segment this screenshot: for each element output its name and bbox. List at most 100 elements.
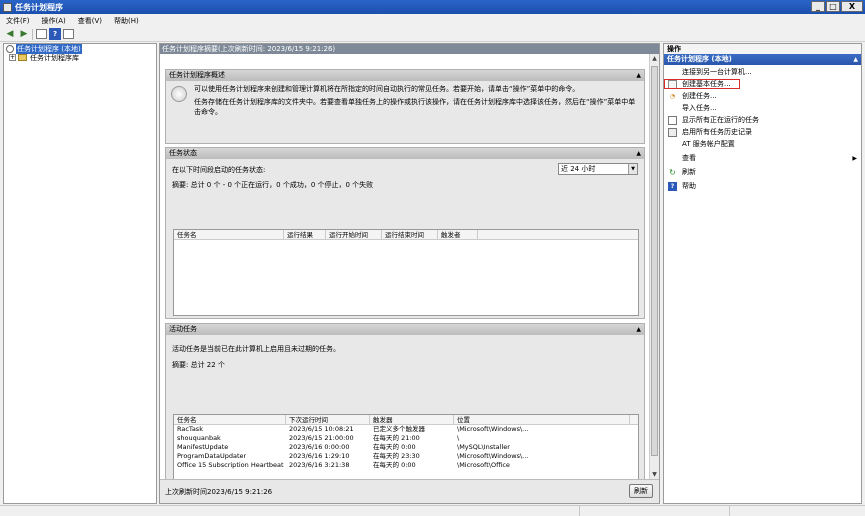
scheduler-clock-icon	[171, 86, 187, 102]
cell-location: \	[457, 434, 460, 442]
col-task-name[interactable]: 任务名	[174, 415, 286, 424]
window-title: 任务计划程序	[15, 2, 63, 12]
col-task-name[interactable]: 任务名	[174, 230, 284, 239]
app-icon	[3, 2, 12, 12]
col-trigger[interactable]: 触发器	[370, 415, 454, 424]
expand-icon[interactable]: +	[9, 54, 16, 61]
active-tasks-section-header[interactable]: 活动任务 ▲	[166, 324, 644, 335]
tree-item-library-label: 任务计划程序库	[30, 53, 79, 62]
blank-icon	[668, 154, 677, 163]
collapse-icon[interactable]: ▲	[636, 324, 641, 335]
action-label: 显示所有正在运行的任务	[682, 116, 759, 124]
action-refresh[interactable]: ↻ 刷新	[664, 167, 861, 177]
cell-next-run: 2023/6/16 3:21:38	[289, 461, 350, 469]
scroll-thumb[interactable]	[651, 66, 658, 456]
close-button[interactable]: X	[841, 1, 863, 12]
toolbar: ◀ ▶ ?	[0, 27, 865, 42]
active-tasks-grid[interactable]: 任务名 下次运行时间 触发器 位置 RacTask 2023/6/15 10:0…	[173, 414, 639, 480]
active-grid-header: 任务名 下次运行时间 触发器 位置	[174, 415, 638, 425]
status-bar	[0, 505, 865, 516]
cell-task-name: ManifestUpdate	[177, 443, 229, 451]
col-run-result[interactable]: 运行结果	[284, 230, 326, 239]
col-location[interactable]: 位置	[454, 415, 630, 424]
overview-section: 任务计划程序概述 ▲ 可以使用任务计划程序来创建和管理计算机将在所指定的时间自动…	[165, 69, 645, 144]
cell-location: \Microsoft\Office	[457, 461, 510, 469]
tree-item-library[interactable]: + 任务计划程序库	[4, 53, 156, 62]
collapse-icon[interactable]: ▲	[636, 70, 641, 81]
toolbar-separator	[32, 28, 34, 40]
cell-next-run: 2023/6/15 21:00:00	[289, 434, 354, 442]
col-run-start[interactable]: 运行开始时间	[326, 230, 382, 239]
folder-icon	[18, 54, 27, 61]
status-grid[interactable]: 任务名 运行结果 运行开始时间 运行结束时间 触发者	[173, 229, 639, 316]
window-controls: _ □ X	[811, 1, 863, 12]
forward-arrow-icon[interactable]: ▶	[18, 28, 30, 40]
show-hide-tree-icon[interactable]	[36, 29, 47, 39]
action-view[interactable]: 查看 ▶	[664, 153, 861, 163]
action-enable-history[interactable]: 启用所有任务历史记录	[664, 127, 861, 137]
action-import-task[interactable]: 导入任务...	[664, 103, 861, 113]
action-label: 启用所有任务历史记录	[682, 128, 752, 136]
summary-footer: 上次刷新时间2023/6/15 9:21:26 刷新	[160, 479, 659, 503]
active-tasks-title: 活动任务	[169, 325, 197, 333]
task-status-title: 任务状态	[169, 149, 197, 157]
table-row[interactable]: RacTask 2023/6/15 10:08:21 已定义多个触发器 \Mic…	[174, 425, 638, 434]
col-triggered-by[interactable]: 触发者	[438, 230, 478, 239]
table-row[interactable]: shouquanbak 2023/6/15 21:00:00 在每天的 21:0…	[174, 434, 638, 443]
scroll-up-icon[interactable]: ▲	[650, 54, 659, 64]
tree-item-root[interactable]: 任务计划程序 (本地)	[4, 43, 156, 54]
task-status-section: 任务状态 ▲ 在以下时间段启动的任务状态: 近 24 小时 ▼ 摘要: 总计 0…	[165, 147, 645, 319]
status-period-select[interactable]: 近 24 小时 ▼	[558, 163, 638, 175]
minimize-button[interactable]: _	[811, 1, 825, 12]
summary-scrollbar[interactable]: ▲ ▼	[649, 54, 659, 480]
menu-action[interactable]: 操作(A)	[42, 16, 66, 26]
task-status-content: 在以下时间段启动的任务状态: 近 24 小时 ▼ 摘要: 总计 0 个 - 0 …	[166, 159, 644, 319]
blank-icon	[668, 140, 677, 149]
help-icon[interactable]: ?	[49, 28, 61, 40]
actions-subheader[interactable]: 任务计划程序 (本地) ▲	[664, 54, 861, 65]
menu-help[interactable]: 帮助(H)	[114, 16, 139, 26]
overview-section-header[interactable]: 任务计划程序概述 ▲	[166, 70, 644, 81]
menu-view[interactable]: 查看(V)	[78, 16, 102, 26]
maximize-button[interactable]: □	[826, 1, 840, 12]
cell-task-name: shouquanbak	[177, 434, 221, 442]
action-show-running[interactable]: 显示所有正在运行的任务	[664, 115, 861, 125]
cell-trigger: 在每天的 23:30	[373, 452, 420, 460]
col-run-end[interactable]: 运行结束时间	[382, 230, 438, 239]
cell-next-run: 2023/6/15 10:08:21	[289, 425, 354, 433]
action-label: 导入任务...	[682, 104, 717, 112]
refresh-button[interactable]: 刷新	[629, 484, 653, 498]
action-label: 查看	[682, 154, 696, 162]
collapse-icon[interactable]: ▲	[853, 54, 858, 65]
col-next-run[interactable]: 下次运行时间	[286, 415, 370, 424]
table-row[interactable]: Office 15 Subscription Heartbeat 2023/6/…	[174, 461, 638, 470]
summary-header: 任务计划程序摘要(上次刷新时间: 2023/6/15 9:21:26)	[160, 44, 659, 54]
cell-next-run: 2023/6/16 0:00:00	[289, 443, 350, 451]
collapse-icon[interactable]: ▲	[636, 148, 641, 159]
history-icon	[668, 127, 677, 137]
back-arrow-icon[interactable]: ◀	[4, 28, 16, 40]
action-connect-computer[interactable]: 连接到另一台计算机...	[664, 67, 861, 77]
status-summary: 摘要: 总计 0 个 - 0 个正在运行，0 个成功，0 个停止，0 个失败	[172, 181, 374, 189]
cell-task-name: Office 15 Subscription Heartbeat	[177, 461, 284, 469]
action-help[interactable]: ? 帮助	[664, 181, 861, 191]
list-icon	[668, 115, 677, 125]
table-row[interactable]: ProgramDataUpdater 2023/6/16 1:29:10 在每天…	[174, 452, 638, 461]
clock-icon: ◔	[669, 92, 676, 100]
show-hide-action-pane-icon[interactable]	[63, 29, 74, 39]
cell-location: \Microsoft\Windows\...	[457, 452, 529, 460]
active-tasks-summary: 摘要: 总计 22 个	[172, 361, 225, 369]
menu-file[interactable]: 文件(F)	[6, 16, 30, 26]
status-cell	[0, 506, 580, 516]
active-tasks-content: 活动任务是当前已在此计算机上启用且未过期的任务。 摘要: 总计 22 个 任务名…	[166, 335, 644, 480]
action-create-task[interactable]: ◔ 创建任务...	[664, 91, 861, 101]
chevron-down-icon[interactable]: ▼	[628, 164, 637, 174]
action-at-service[interactable]: AT 服务帐户配置	[664, 139, 861, 149]
cell-trigger: 在每天的 0:00	[373, 443, 416, 451]
action-create-basic-task[interactable]: 创建基本任务...	[664, 79, 740, 89]
task-status-section-header[interactable]: 任务状态 ▲	[166, 148, 644, 159]
table-row[interactable]: ManifestUpdate 2023/6/16 0:00:00 在每天的 0:…	[174, 443, 638, 452]
submenu-arrow-icon: ▶	[852, 154, 857, 162]
status-period-label: 在以下时间段启动的任务状态:	[172, 166, 266, 174]
action-label: AT 服务帐户配置	[682, 140, 735, 148]
